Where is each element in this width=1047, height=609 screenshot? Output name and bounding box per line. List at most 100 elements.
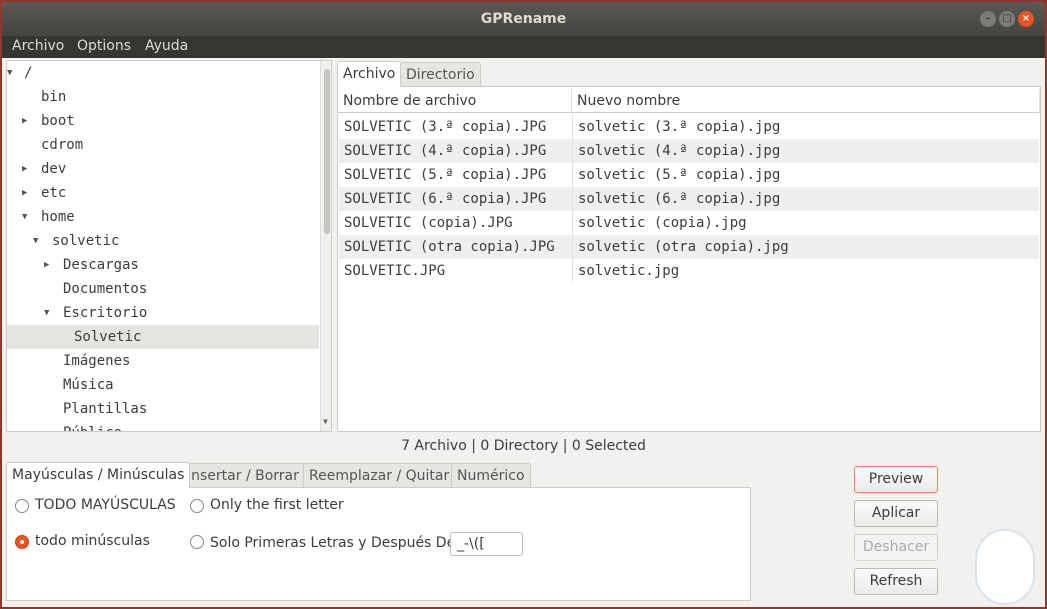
tree-item-label: cdrom	[41, 137, 84, 153]
expander-expanded-icon[interactable]: ▼	[22, 205, 27, 229]
status-bar: 7 Archivo | 0 Directory | 0 Selected	[401, 438, 646, 454]
tree-item-label: Imágenes	[63, 353, 131, 369]
radio-lower[interactable]	[15, 535, 29, 549]
tree-item-label: Escritorio	[63, 305, 148, 321]
tree-item-label: /	[24, 65, 33, 81]
cell-newname: solvetic.jpg	[572, 259, 679, 283]
tree-item[interactable]: ▼ /	[7, 61, 319, 85]
cell-newname: solvetic (6.ª copia).jpg	[572, 187, 780, 211]
window-title: GPRename	[480, 11, 567, 27]
column-header-filename[interactable]: Nombre de archivo	[338, 89, 572, 113]
tree-item[interactable]: Documentos	[7, 277, 319, 301]
tree-item[interactable]: ▼ solvetic	[7, 229, 319, 253]
tree-item[interactable]: Plantillas	[7, 397, 319, 421]
cell-newname: solvetic (otra copia).jpg	[572, 235, 789, 259]
menu-bar: Archivo Options Ayuda	[2, 36, 1045, 58]
tree-item-label: Público	[63, 421, 122, 431]
label-upper[interactable]: TODO MAYÚSCULAS	[35, 497, 176, 513]
expander-collapsed-icon[interactable]: ▶	[44, 253, 49, 277]
tree-item-label: bin	[41, 89, 67, 105]
tree-item[interactable]: Música	[7, 373, 319, 397]
tab-mayusculas[interactable]: Mayúsculas / Minúsculas	[6, 462, 191, 488]
cell-filename: SOLVETIC.JPG	[344, 263, 446, 279]
table-row[interactable]: SOLVETIC (4.ª copia).JPG solvetic (4.ª co…	[339, 139, 1039, 163]
table-row[interactable]: SOLVETIC.JPG solvetic.jpg	[339, 259, 1039, 283]
cell-newname: solvetic (copia).jpg	[572, 211, 747, 235]
close-icon[interactable]: ×	[1018, 11, 1034, 27]
minimize-icon[interactable]: –	[980, 11, 996, 27]
tree-item-label: Solvetic	[74, 329, 142, 345]
cell-filename: SOLVETIC (copia).JPG	[344, 215, 513, 231]
scrollbar-thumb[interactable]	[324, 69, 330, 234]
expander-collapsed-icon[interactable]: ▶	[22, 181, 27, 205]
menu-archivo[interactable]: Archivo	[12, 38, 64, 54]
cell-filename: SOLVETIC (otra copia).JPG	[344, 239, 555, 255]
tree-item[interactable]: bin	[7, 85, 319, 109]
table-row[interactable]: SOLVETIC (3.ª copia).JPG solvetic (3.ª co…	[339, 115, 1039, 139]
preview-button[interactable]: Preview	[854, 466, 938, 493]
tree-item-label: Plantillas	[63, 401, 148, 417]
tree-item-label: etc	[41, 185, 67, 201]
watermark-logo	[975, 529, 1035, 605]
tree-item[interactable]: ▼ home	[7, 205, 319, 229]
menu-options[interactable]: Options	[77, 38, 131, 54]
tab-numerico[interactable]: Numérico	[451, 463, 531, 488]
table-row[interactable]: SOLVETIC (5.ª copia).JPG solvetic (5.ª co…	[339, 163, 1039, 187]
tree-item[interactable]: ▶ dev	[7, 157, 319, 181]
cell-filename: SOLVETIC (3.ª copia).JPG	[344, 119, 547, 135]
tree-item[interactable]: ▶ boot	[7, 109, 319, 133]
table-row[interactable]: SOLVETIC (copia).JPG solvetic (copia).jpg	[339, 211, 1039, 235]
undo-button: Deshacer	[854, 534, 938, 561]
apply-button[interactable]: Aplicar	[854, 500, 938, 527]
tree-scrollbar[interactable]: ▼	[320, 61, 331, 431]
tree-item-label: dev	[41, 161, 67, 177]
cell-newname: solvetic (3.ª copia).jpg	[572, 115, 780, 139]
tree-item[interactable]: Solvetic	[7, 325, 319, 349]
tree-item-label: Documentos	[63, 281, 148, 297]
tree-item-label: Descargas	[63, 257, 139, 273]
cell-filename: SOLVETIC (5.ª copia).JPG	[344, 167, 547, 183]
tree-item[interactable]: Público	[7, 421, 319, 431]
cell-newname: solvetic (5.ª copia).jpg	[572, 163, 780, 187]
tree-item[interactable]: cdrom	[7, 133, 319, 157]
expander-expanded-icon[interactable]: ▼	[7, 61, 12, 85]
table-row[interactable]: SOLVETIC (otra copia).JPG solvetic (otra …	[339, 235, 1039, 259]
expander-collapsed-icon[interactable]: ▶	[22, 157, 27, 181]
expander-collapsed-icon[interactable]: ▶	[22, 109, 27, 133]
label-after[interactable]: Solo Primeras Letras y Después De	[210, 535, 455, 551]
cell-filename: SOLVETIC (4.ª copia).JPG	[344, 143, 547, 159]
after-chars-input[interactable]: _-\([	[450, 532, 523, 556]
gprename-window: GPRename – □ × Archivo Options Ayuda Púb…	[2, 2, 1045, 607]
title-bar: GPRename – □ ×	[2, 2, 1045, 36]
expander-expanded-icon[interactable]: ▼	[33, 229, 38, 253]
cell-filename: SOLVETIC (6.ª copia).JPG	[344, 191, 547, 207]
menu-ayuda[interactable]: Ayuda	[145, 38, 188, 54]
cell-newname: solvetic (4.ª copia).jpg	[572, 139, 780, 163]
refresh-button[interactable]: Refresh	[854, 568, 938, 595]
scroll-down-icon[interactable]: ▼	[323, 417, 328, 426]
tree-item-label: boot	[41, 113, 75, 129]
maximize-icon[interactable]: □	[999, 11, 1015, 27]
label-first-letter[interactable]: Only the first letter	[210, 497, 344, 513]
tree-item-label: solvetic	[52, 233, 120, 249]
tree-item[interactable]: ▶ etc	[7, 181, 319, 205]
expander-expanded-icon[interactable]: ▼	[44, 301, 49, 325]
label-lower[interactable]: todo minúsculas	[35, 533, 150, 549]
file-list: Nombre de archivo Nuevo nombre SOLVETIC …	[337, 86, 1041, 432]
column-header-newname[interactable]: Nuevo nombre	[572, 89, 1040, 113]
tab-archivo[interactable]: Archivo	[337, 61, 402, 87]
radio-upper[interactable]	[15, 499, 29, 513]
radio-first-letter[interactable]	[190, 499, 204, 513]
tab-insertar[interactable]: Insertar / Borrar	[181, 463, 305, 488]
directory-tree[interactable]: Público Plantillas Música Imágenes Solvetic ▼…	[6, 60, 332, 432]
tab-reemplazar[interactable]: Reemplazar / Quitar	[303, 463, 456, 488]
tree-item[interactable]: ▼ Escritorio	[7, 301, 319, 325]
case-options-panel: TODO MAYÚSCULAS Only the first letter to…	[6, 487, 751, 601]
tree-item[interactable]: ▶ Descargas	[7, 253, 319, 277]
table-row[interactable]: SOLVETIC (6.ª copia).JPG solvetic (6.ª co…	[339, 187, 1039, 211]
tree-item[interactable]: Imágenes	[7, 349, 319, 373]
tab-directorio[interactable]: Directorio	[400, 62, 481, 87]
tree-item-label: Música	[63, 377, 114, 393]
radio-after[interactable]	[190, 535, 204, 549]
tree-item-label: home	[41, 209, 75, 225]
